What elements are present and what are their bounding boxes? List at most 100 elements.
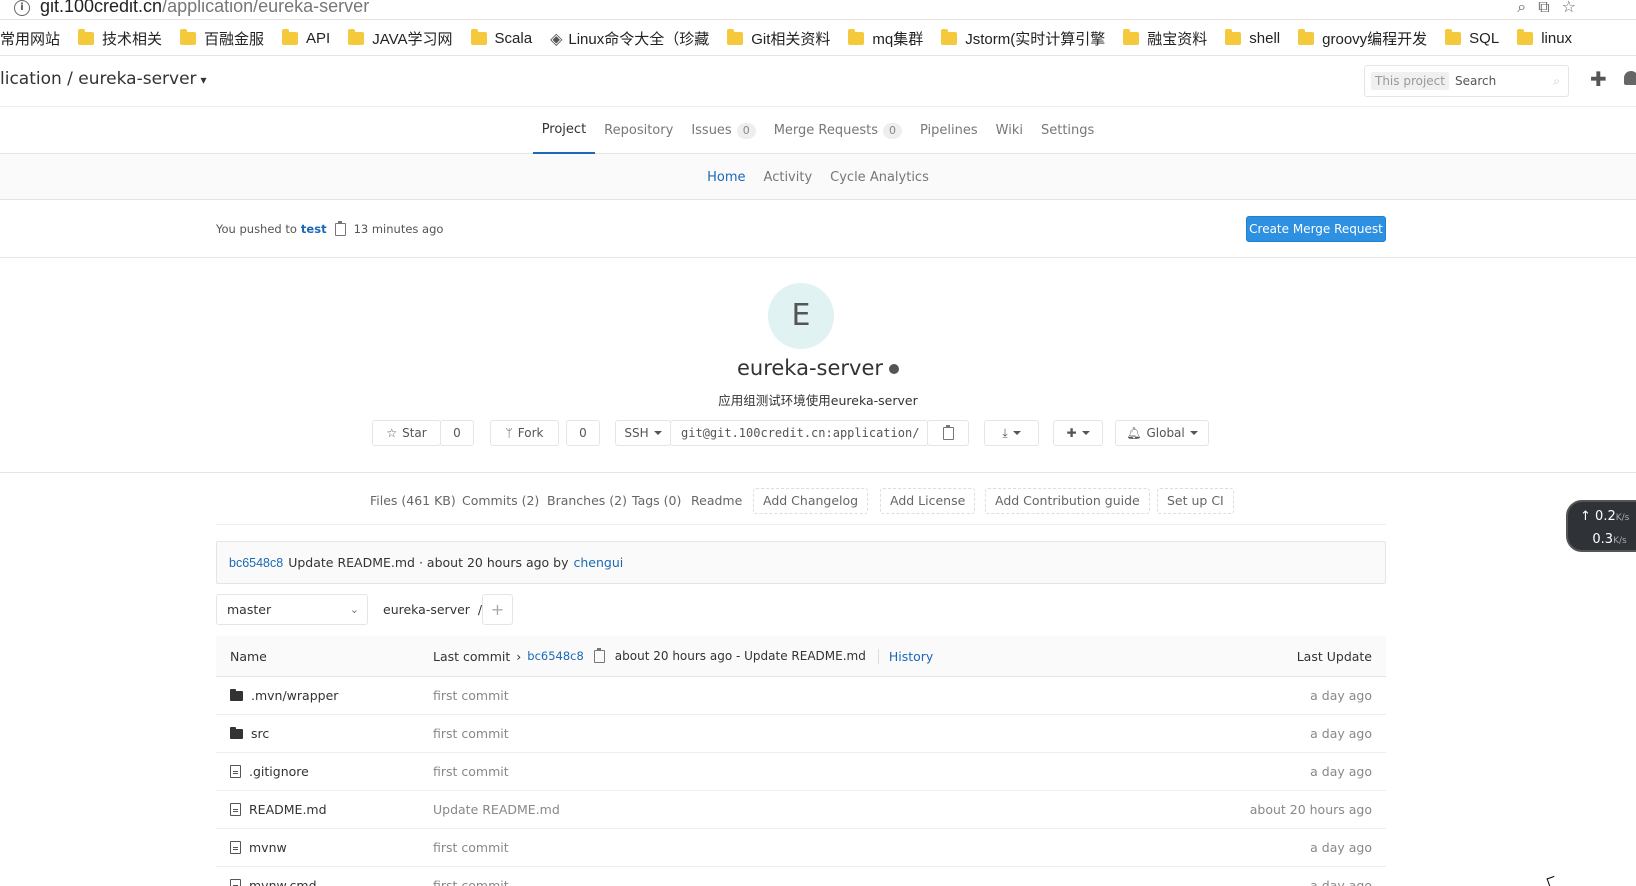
bookmark-item[interactable]: shell [1225,29,1280,47]
add-changelog-link[interactable]: Add Changelog [753,488,869,514]
add-file-button[interactable]: + [482,594,513,625]
bookmark-label: API [306,30,331,47]
table-row: README.md Update README.md about 20 hours … [216,791,1386,829]
branches-link[interactable]: Branches (2) [547,488,627,514]
tags-link[interactable]: Tags (0) [632,488,681,514]
fork-button[interactable]: ᛘ Fork [490,420,559,446]
column-last-update: Last Update [1296,648,1372,664]
copy-url-button[interactable] [927,420,969,446]
clone-url-input[interactable]: git@git.100credit.cn:application/ [670,420,928,446]
bookmark-item[interactable]: linux [1517,29,1572,47]
bookmark-item[interactable]: API [282,29,331,47]
file-last-update: a day ago [1310,878,1372,886]
url-host: git.100credit.cn [40,0,163,16]
readme-link[interactable]: Readme [691,488,742,514]
address-bar[interactable]: i git.100credit.cn/application/eureka-se… [0,0,1636,20]
tab-merge-requests[interactable]: Merge Requests 0 [765,108,911,154]
tab-pipelines[interactable]: Pipelines [911,108,987,154]
protocol-dropdown[interactable]: SSH [615,420,671,446]
commits-link[interactable]: Commits (2) [462,488,539,514]
download-dropdown[interactable]: ⤓ [984,420,1039,446]
file-icon [230,765,241,778]
folder-icon [1517,29,1534,45]
translate-icon[interactable]: ⧉ [1538,0,1549,17]
add-contribution-guide-link[interactable]: Add Contribution guide [985,488,1150,514]
branch-select-value: master [227,602,272,617]
tab-wiki[interactable]: Wiki [987,108,1032,154]
bookmark-label: 百融金服 [204,31,265,48]
tab-repository[interactable]: Repository [595,108,682,154]
tab-project[interactable]: Project [532,108,596,154]
file-name-link[interactable]: mvnw.cmd [249,878,317,886]
search-input[interactable]: Search [1455,74,1553,88]
bookmark-item[interactable]: Git相关资料 [727,28,830,49]
bookmark-label: mq集群 [872,31,924,48]
file-commit-message-link[interactable]: first commit [433,829,509,866]
setup-ci-link[interactable]: Set up CI [1157,488,1234,514]
bookmark-star-icon[interactable]: ☆ [1562,0,1576,17]
clipboard-icon[interactable] [334,220,346,236]
search-box[interactable]: This project Search ⌕ [1364,65,1569,97]
tab-settings[interactable]: Settings [1032,108,1103,154]
bookmark-item[interactable]: Scala [470,29,532,47]
folder-icon [1445,29,1462,45]
bookmark-item[interactable]: 融宝资料 [1123,28,1207,49]
bookmark-item[interactable]: 技术相关 [78,28,162,49]
file-commit-message-link[interactable]: first commit [433,867,509,886]
create-merge-request-button[interactable]: Create Merge Request [1246,216,1386,242]
star-button[interactable]: ☆ Star [372,420,441,446]
file-name-link[interactable]: .gitignore [249,764,309,779]
file-name-link[interactable]: mvnw [249,840,287,855]
bookmark-item[interactable]: mq集群 [848,28,923,49]
bookmark-item[interactable]: JAVA学习网 [348,28,453,49]
notification-dropdown[interactable]: 🔔︎ Global [1115,420,1209,446]
chevron-down-icon[interactable]: ▾ [201,73,207,87]
star-icon: ☆ [386,426,398,440]
add-license-link[interactable]: Add License [880,488,976,514]
file-commit-message-link[interactable]: Update README.md [433,791,560,828]
project-breadcrumb[interactable]: lication / eureka-server ▾ [0,69,207,89]
folder-icon [470,29,487,45]
url-text[interactable]: git.100credit.cn/application/eureka-serv… [40,0,369,17]
commit-author-link[interactable]: chengui [574,555,624,570]
header-commit-sha-link[interactable]: bc6548c8 [527,649,584,663]
file-name-link[interactable]: README.md [249,802,327,817]
history-link[interactable]: History [877,648,933,664]
bookmark-item[interactable]: Jstorm(实时计算引擎 [941,28,1105,49]
zoom-icon[interactable]: ⌕ [1517,0,1526,17]
files-link[interactable]: Files (461 KB) [370,488,456,514]
file-name-link[interactable]: .mvn/wrapper [251,688,338,703]
subtab-activity[interactable]: Activity [764,170,813,185]
subtab-home[interactable]: Home [707,170,745,185]
notification-bell-icon[interactable] [1624,71,1636,85]
clipboard-icon[interactable] [593,647,605,663]
info-icon[interactable]: i [14,0,30,16]
file-commit-message-link[interactable]: first commit [433,753,509,790]
new-plus-icon[interactable]: ✚ [1590,67,1607,91]
tab-issues[interactable]: Issues 0 [682,108,764,154]
commit-message: Update README.md · about 20 hours ago by [288,555,569,570]
bookmark-item[interactable]: ◈ Linux命令大全（珍藏 [550,28,709,49]
branch-select[interactable]: master ⌄ [216,594,368,625]
pushed-branch-link[interactable]: test [301,222,327,236]
file-commit-message-link[interactable]: first commit [433,677,509,714]
column-name: Name [230,648,267,664]
bookmark-item[interactable]: 常用网站 [0,28,60,49]
tree-path-root[interactable]: eureka-server [383,602,470,617]
file-last-update: about 20 hours ago [1249,802,1372,817]
bookmark-item[interactable]: 百融金服 [180,28,264,49]
folder-icon [282,29,299,45]
gitlab-header: lication / eureka-server ▾ This project S… [0,57,1636,107]
file-name-link[interactable]: src [251,726,269,741]
add-dropdown[interactable]: ✚ [1053,420,1103,446]
bookmark-item[interactable]: groovy编程开发 [1298,28,1427,49]
bookmark-label: Linux命令大全（珍藏 [568,31,710,48]
tab-label: Settings [1040,123,1095,138]
commit-sha-link[interactable]: bc6548c8 [229,556,283,570]
subtab-cycle-analytics[interactable]: Cycle Analytics [830,170,929,185]
star-count[interactable]: 0 [440,420,474,446]
file-commit-message-link[interactable]: first commit [433,715,509,752]
fork-count[interactable]: 0 [566,420,600,446]
bookmark-item[interactable]: SQL [1445,29,1499,47]
folder-icon [1225,29,1242,45]
